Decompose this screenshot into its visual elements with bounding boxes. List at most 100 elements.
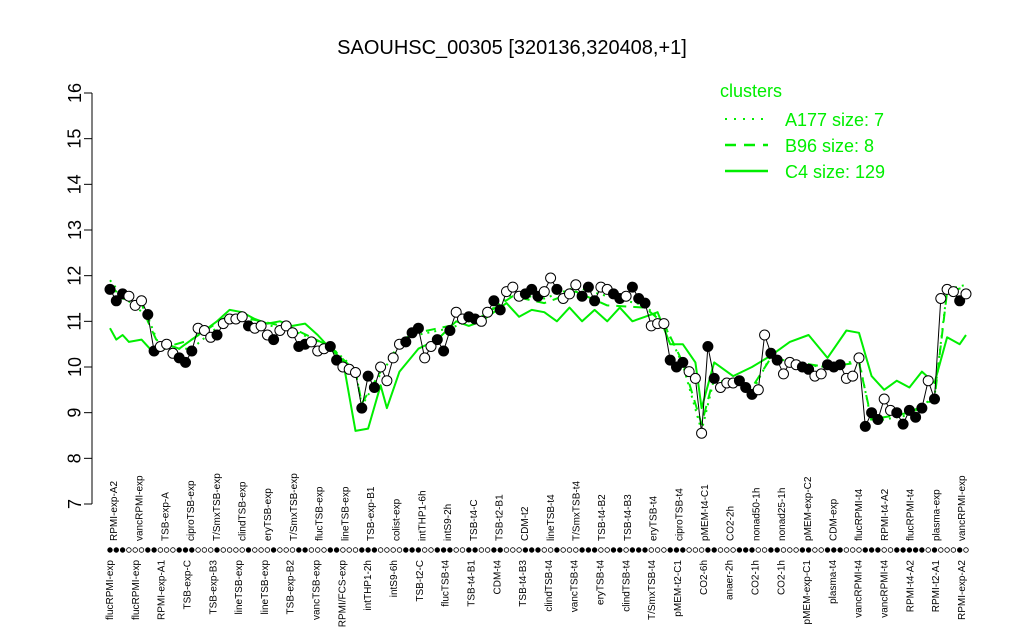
sample-marker (497, 547, 503, 553)
sample-marker (422, 547, 428, 553)
x-label-top: lineTSB-exp (340, 486, 351, 541)
x-label-bottom: intS9-6h (389, 560, 400, 597)
x-label-top: T/SmxTSB-exp (212, 473, 223, 541)
sample-marker (824, 547, 831, 553)
sample-marker (547, 547, 554, 553)
sample-marker (189, 547, 195, 553)
sample-marker (787, 547, 793, 553)
x-label-top: eryTSB-t4 (649, 496, 660, 541)
x-label-top: T/SmxTSB-t4 (572, 481, 583, 541)
data-point (551, 283, 563, 295)
sample-marker (585, 547, 592, 553)
y-tick-label: 13 (65, 220, 85, 240)
y-tick-label: 15 (65, 129, 85, 149)
sample-marker (182, 547, 189, 553)
x-label-bottom: TSB-exp-C (183, 560, 194, 609)
data-point (180, 356, 191, 368)
x-label-top: T/SmxTSB-exp (289, 473, 300, 541)
sample-marker (686, 547, 692, 553)
data-point (778, 368, 789, 380)
sample-marker (466, 547, 472, 553)
x-label-bottom: plasma-t4 (828, 560, 839, 604)
x-label-top: vancRPMI-exp (957, 475, 968, 541)
sample-marker (107, 547, 113, 553)
series-line-dotted (109, 279, 967, 432)
x-label-bottom: pMEM-t2-C1 (673, 560, 684, 617)
data-point (255, 320, 267, 332)
data-point (482, 306, 494, 318)
sample-marker (289, 547, 296, 553)
sample-marker (365, 547, 371, 553)
data-point (589, 295, 601, 307)
data-point (759, 329, 771, 341)
sample-marker (510, 547, 516, 553)
sample-marker (579, 547, 585, 553)
x-label-top: CO2-2h (726, 506, 737, 541)
data-point (929, 393, 940, 405)
sample-marker (617, 547, 623, 553)
data-point (136, 295, 147, 307)
data-point (211, 329, 223, 341)
data-point (708, 372, 720, 384)
sample-marker (264, 547, 271, 553)
x-label-bottom: RPMI-t2-A1 (931, 560, 942, 613)
x-label-bottom: vancRPMI-t4 (880, 560, 891, 618)
x-label-top: flucRPMI-t4 (854, 488, 865, 541)
x-label-bottom: RPMI-t4-A2 (905, 560, 916, 613)
sample-marker (944, 547, 950, 553)
sample-marker (573, 547, 579, 553)
sample-marker (554, 547, 560, 553)
sample-marker (145, 547, 151, 553)
y-axis: 7 8 9 10 11 12 13 14 15 16 (65, 83, 93, 509)
sample-marker (327, 547, 333, 553)
sample-marker (598, 547, 604, 553)
sample-marker (799, 547, 806, 553)
sample-marker (831, 547, 837, 553)
x-label-top: CDM-exp (829, 498, 840, 541)
sample-marker (283, 547, 289, 553)
y-tick-label: 14 (65, 174, 85, 194)
x-label-bottom: TSB-t4-B3 (518, 560, 529, 607)
x-label-bottom: TSB-exp-B2 (286, 560, 297, 615)
x-label-bottom: clindTSB-t4 (544, 560, 555, 612)
sample-marker (648, 547, 654, 553)
sample-marker (912, 547, 919, 553)
sample-marker (711, 547, 717, 553)
sample-marker (667, 547, 673, 553)
x-label-bottom: vancTSB-t4 (570, 560, 581, 613)
x-label-bottom: flucRPMI-exp (105, 560, 116, 620)
data-point (639, 297, 651, 309)
data-point (104, 283, 116, 295)
x-label-bottom: intTHP1-2h (363, 560, 374, 611)
sample-marker (805, 547, 812, 553)
sample-marker (566, 547, 573, 553)
sample-marker (604, 547, 610, 553)
sample-marker (755, 547, 761, 553)
data-point (834, 359, 846, 371)
x-label-top: RPMI-exp-A2 (109, 481, 120, 541)
x-label-top: TSB-t2-B1 (495, 494, 506, 541)
x-label-bottom: CDM-t4 (492, 560, 503, 595)
points-layer (104, 272, 972, 553)
sample-marker (409, 547, 415, 553)
x-label-top: vancRPMI-exp (135, 475, 146, 541)
data-point (620, 290, 632, 302)
data-point (488, 295, 500, 307)
sample-marker (522, 547, 529, 553)
x-label-top: TSB-exp-B1 (366, 486, 377, 541)
x-label-top: pMEM-exp-C2 (803, 476, 814, 541)
sample-marker (793, 547, 799, 553)
data-point (570, 279, 582, 291)
data-point (438, 345, 450, 357)
data-point (815, 368, 827, 380)
x-label-bottom: TSB-exp-B3 (208, 560, 219, 615)
sample-marker (875, 547, 881, 553)
data-point (689, 372, 701, 384)
y-tick-label: 11 (65, 312, 85, 331)
sample-marker (119, 547, 126, 553)
sample-marker (346, 547, 352, 553)
x-label-bottom: TSB-t4-B1 (467, 560, 478, 607)
x-label-bottom: CO2-6h (699, 560, 710, 595)
sample-marker (321, 547, 327, 553)
x-label-top: nonad50-1h (751, 488, 762, 541)
